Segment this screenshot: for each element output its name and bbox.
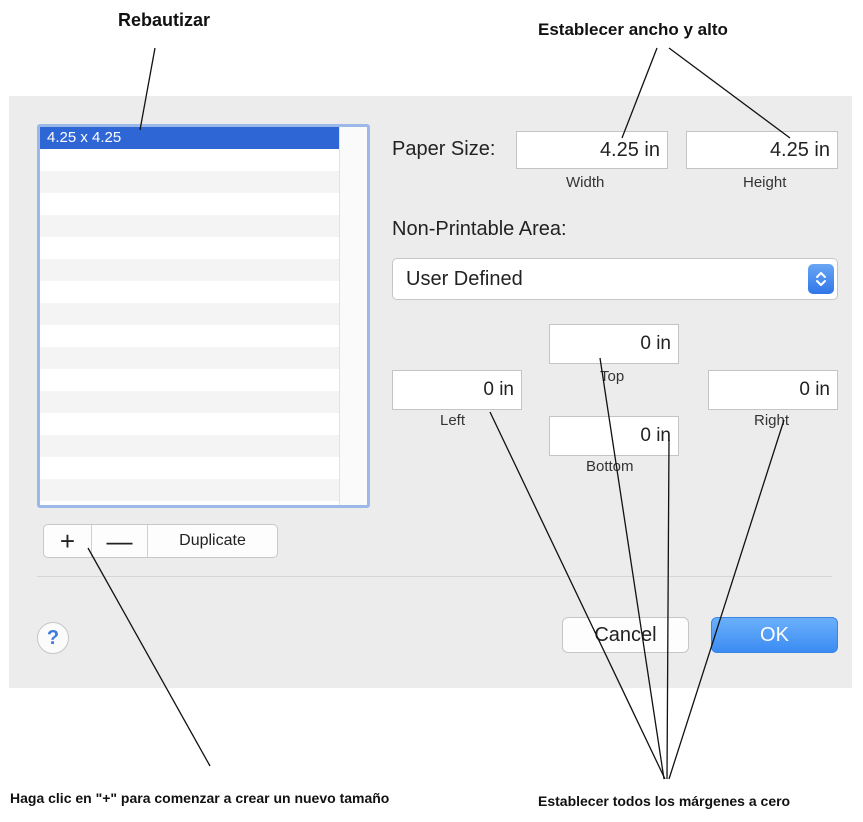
paper-height-field[interactable]: 4.25 in [686, 131, 838, 169]
top-caption: Top [600, 368, 625, 385]
left-caption: Left [440, 412, 466, 429]
chevron-updown-icon [808, 264, 834, 294]
annotation-zero-margins: Establecer todos los márgenes a cero [538, 793, 791, 809]
list-row-empty [40, 435, 340, 457]
list-row-empty [40, 193, 340, 215]
right-caption: Right [754, 412, 790, 429]
annotated-screenshot: Rebautizar Establecer ancho y alto 4.25 … [0, 0, 863, 822]
list-row-empty [40, 347, 340, 369]
list-row-empty [40, 413, 340, 435]
remove-paper-size-button[interactable]: — [92, 525, 148, 557]
non-printable-area-label: Non-Printable Area: [392, 218, 567, 240]
height-caption: Height [743, 174, 787, 191]
list-scrollbar[interactable] [339, 127, 367, 505]
list-row-empty [40, 281, 340, 303]
list-row-empty [40, 457, 340, 479]
list-row-empty [40, 237, 340, 259]
divider [37, 576, 832, 577]
paper-size-label: Paper Size: [392, 138, 496, 160]
list-row-empty [40, 479, 340, 501]
list-row-empty [40, 369, 340, 391]
right-margin-field[interactable]: 0 in [708, 370, 838, 410]
list-row-empty [40, 391, 340, 413]
list-row-empty [40, 303, 340, 325]
list-row-empty [40, 215, 340, 237]
bottom-margin-field[interactable]: 0 in [549, 416, 679, 456]
list-edit-controls: + — Duplicate [43, 524, 278, 558]
list-item[interactable]: 4.25 x 4.25 [40, 127, 340, 149]
annotation-click-plus: Haga clic en "+" para comenzar a crear u… [10, 790, 390, 806]
list-row-empty [40, 171, 340, 193]
width-caption: Width [566, 174, 605, 191]
list-row-empty [40, 149, 340, 171]
list-row-empty [40, 325, 340, 347]
paper-size-list[interactable]: 4.25 x 4.25 [37, 124, 370, 508]
left-margin-field[interactable]: 0 in [392, 370, 522, 410]
list-row-empty [40, 259, 340, 281]
paper-size-list-body: 4.25 x 4.25 [40, 127, 340, 505]
top-margin-field[interactable]: 0 in [549, 324, 679, 364]
non-printable-area-select[interactable]: User Defined [392, 258, 838, 300]
annotation-rename: Rebautizar [118, 10, 211, 30]
add-paper-size-button[interactable]: + [44, 525, 92, 557]
bottom-caption: Bottom [586, 458, 634, 475]
selected-option: User Defined [406, 268, 523, 290]
ok-button[interactable]: OK [711, 617, 838, 653]
help-button[interactable]: ? [37, 622, 69, 654]
annotation-set-size: Establecer ancho y alto [538, 20, 728, 39]
cancel-button[interactable]: Cancel [562, 617, 689, 653]
duplicate-button[interactable]: Duplicate [148, 525, 277, 557]
paper-width-field[interactable]: 4.25 in [516, 131, 668, 169]
